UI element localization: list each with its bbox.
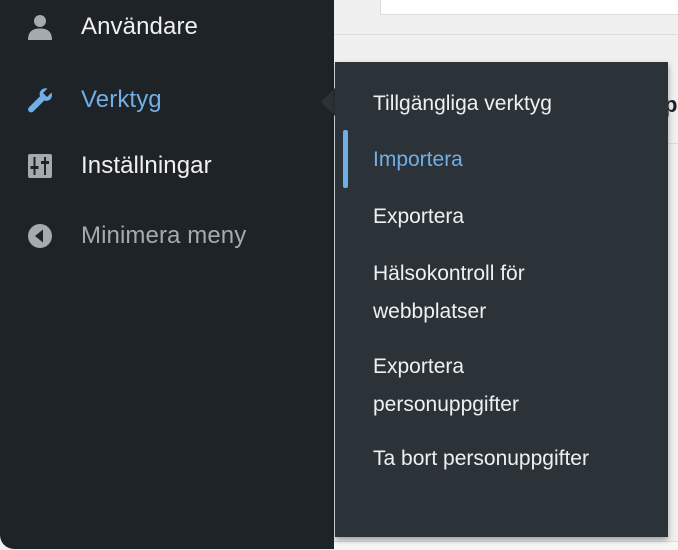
submenu-item-available-tools[interactable]: Tillgängliga verktyg — [373, 85, 653, 123]
wrench-icon — [26, 86, 54, 114]
sidebar-item-users[interactable]: Användare — [0, 0, 334, 57]
submenu-item-erase-personal-data[interactable]: Ta bort personuppgifter — [373, 440, 613, 478]
submenu-item-export[interactable]: Exportera — [373, 198, 653, 236]
submenu-item-site-health[interactable]: Hälsokontroll för webbplatser — [373, 255, 613, 331]
submenu-item-import[interactable]: Importera — [373, 141, 653, 179]
collapse-arrow-icon — [26, 222, 54, 250]
submenu-item-export-personal-data[interactable]: Exportera personuppgifter — [373, 348, 613, 424]
sidebar-item-settings[interactable]: Inställningar — [0, 136, 334, 196]
tools-submenu: Tillgängliga verktyg Importera Exportera… — [335, 62, 668, 537]
content-divider — [334, 34, 678, 35]
sidebar-item-label: Användare — [81, 13, 198, 40]
sidebar-item-label: Verktyg — [81, 86, 162, 113]
admin-sidebar: Användare Verktyg Inställningar Minimera… — [0, 0, 334, 549]
sidebar-item-tools[interactable]: Verktyg — [0, 70, 334, 130]
sidebar-item-label: Inställningar — [81, 152, 212, 179]
user-icon — [26, 13, 54, 41]
flyout-pointer — [321, 88, 335, 116]
sidebar-item-label: Minimera meny — [81, 222, 247, 249]
collapse-menu-button[interactable]: Minimera meny — [0, 206, 334, 266]
settings-sliders-icon — [26, 152, 54, 180]
current-item-indicator — [343, 130, 348, 188]
page-content-box — [380, 0, 678, 15]
